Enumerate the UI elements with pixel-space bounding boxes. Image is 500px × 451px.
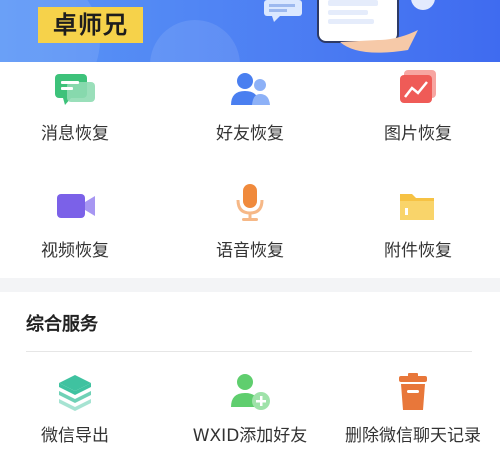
- friend-recovery[interactable]: 好友恢复: [175, 62, 325, 162]
- microphone-icon: [236, 184, 264, 221]
- folder-icon: [400, 194, 434, 220]
- video-recovery[interactable]: 视频恢复: [0, 182, 150, 278]
- delete-chat-history[interactable]: 删除微信聊天记录: [338, 366, 488, 451]
- video-icon: [57, 194, 95, 218]
- friends-icon: [231, 73, 270, 105]
- item-label: 视频恢复: [41, 241, 109, 261]
- recovery-panel: 消息恢复 好友恢复 图片恢复 视频恢复 语音恢复 附件恢复: [0, 62, 500, 278]
- banner-decoration: [150, 20, 240, 62]
- item-label: 附件恢复: [384, 241, 452, 261]
- wxid-add-friend[interactable]: WXID添加好友: [175, 366, 325, 451]
- item-label: 语音恢复: [216, 241, 284, 261]
- section-divider: [0, 278, 500, 292]
- attachment-recovery[interactable]: 附件恢复: [343, 182, 493, 278]
- layers-export-icon: [59, 375, 91, 411]
- item-label: WXID添加好友: [192, 426, 308, 446]
- section-title: 综合服务: [26, 314, 98, 335]
- item-label: 图片恢复: [384, 124, 452, 144]
- voice-recovery[interactable]: 语音恢复: [175, 182, 325, 278]
- top-banner[interactable]: 卓师兄: [0, 0, 500, 62]
- item-label: 消息恢复: [41, 124, 109, 144]
- item-label: 好友恢复: [216, 124, 284, 144]
- phone-illustration: [264, 0, 435, 53]
- item-label: 微信导出: [41, 426, 109, 446]
- brand-badge: 卓师兄: [38, 7, 143, 43]
- wechat-export[interactable]: 微信导出: [0, 366, 150, 451]
- services-panel: 综合服务 微信导出 WXID添加好友 删除微信聊天记录: [0, 292, 500, 451]
- picture-icon: [400, 70, 436, 103]
- item-label: 删除微信聊天记录: [345, 426, 481, 446]
- trash-icon: [399, 373, 427, 410]
- picture-recovery[interactable]: 图片恢复: [343, 62, 493, 162]
- message-icon: [55, 74, 95, 105]
- section-separator: [26, 351, 472, 352]
- add-friend-icon: [231, 374, 270, 410]
- message-recovery[interactable]: 消息恢复: [0, 62, 150, 162]
